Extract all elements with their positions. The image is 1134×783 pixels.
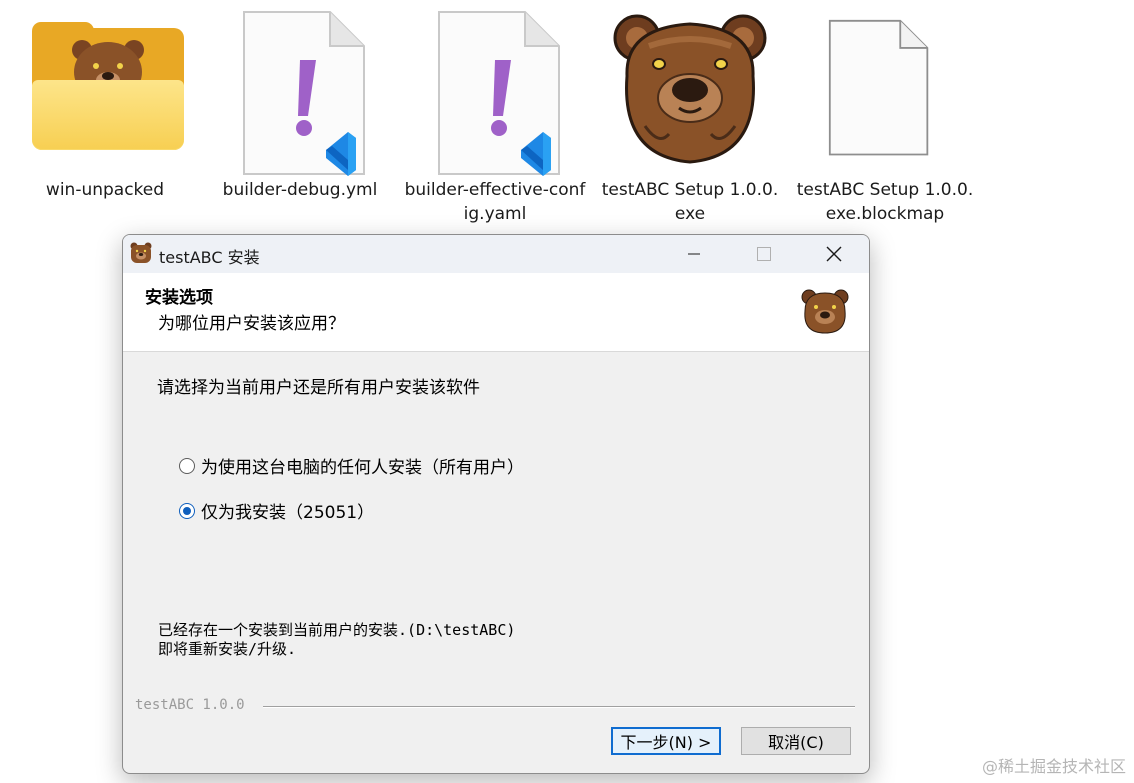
radio-label: 为使用这台电脑的任何人安装（所有用户） — [201, 458, 524, 478]
branding-row: testABC 1.0.0 — [135, 697, 855, 713]
window-title: testABC 安装 — [159, 248, 260, 267]
vscode-yaml-file-icon — [205, 6, 395, 178]
file-name: testABC Setup 1.0.0.exe — [601, 180, 779, 224]
minimize-button[interactable] — [659, 235, 729, 273]
watermark: @稀土掘金技术社区 — [981, 757, 1126, 776]
notice-line: 已经存在一个安装到当前用户的安装.(D:\testABC) — [158, 621, 516, 639]
radio-current-user[interactable]: 仅为我安装（25051） — [179, 498, 374, 523]
file-name: builder-effective-config.yaml — [404, 180, 586, 224]
close-icon — [826, 246, 842, 262]
file-item-blockmap[interactable]: testABC Setup 1.0.0.exe.blockmap — [790, 6, 980, 226]
bear-icon — [801, 289, 849, 334]
separator — [263, 706, 855, 708]
next-button[interactable]: 下一步(N) > — [611, 727, 721, 755]
file-name: win-unpacked — [45, 180, 165, 200]
page-subtitle: 为哪位用户安装该应用？ — [158, 314, 345, 334]
radio-label: 仅为我安装（25051） — [201, 503, 375, 523]
file-name: builder-debug.yml — [222, 180, 378, 200]
file-item-win-unpacked[interactable]: win-unpacked — [10, 6, 200, 202]
install-prompt: 请选择为当前用户还是所有用户安装该软件 — [157, 378, 480, 398]
vscode-yaml-file-icon — [400, 6, 590, 178]
minimize-icon — [688, 253, 700, 255]
blank-file-icon — [790, 6, 980, 178]
radio-all-users[interactable]: 为使用这台电脑的任何人安装（所有用户） — [179, 453, 524, 478]
page-title: 安装选项 — [145, 288, 213, 308]
cancel-button[interactable]: 取消(C) — [741, 727, 851, 755]
radio-button-unchecked[interactable] — [179, 457, 195, 474]
maximize-icon — [757, 247, 771, 261]
existing-install-notice: 已经存在一个安装到当前用户的安装.(D:\testABC) 即将重新安装/升级. — [158, 621, 515, 659]
radio-button-checked[interactable] — [179, 502, 195, 519]
title-bar[interactable]: testABC 安装 — [123, 235, 869, 273]
dialog-header: 安装选项 为哪位用户安装该应用？ — [123, 273, 869, 352]
file-item-testabc-setup-exe[interactable]: testABC Setup 1.0.0.exe — [595, 6, 785, 226]
file-item-builder-debug[interactable]: builder-debug.yml — [205, 6, 395, 202]
file-item-builder-effective-config[interactable]: builder-effective-config.yaml — [400, 6, 590, 226]
maximize-button[interactable] — [729, 235, 799, 273]
bear-app-icon — [595, 6, 785, 178]
file-name: testABC Setup 1.0.0.exe.blockmap — [796, 180, 974, 224]
notice-line: 即将重新安装/升级. — [158, 640, 297, 658]
folder-icon — [10, 6, 200, 178]
close-button[interactable] — [799, 235, 869, 273]
installer-dialog: testABC 安装 安装选项 为哪位用户安装该应用？ 请选择为当前用户还是所有… — [122, 234, 870, 774]
branding-text: testABC 1.0.0 — [135, 697, 253, 713]
bear-icon — [130, 242, 152, 263]
